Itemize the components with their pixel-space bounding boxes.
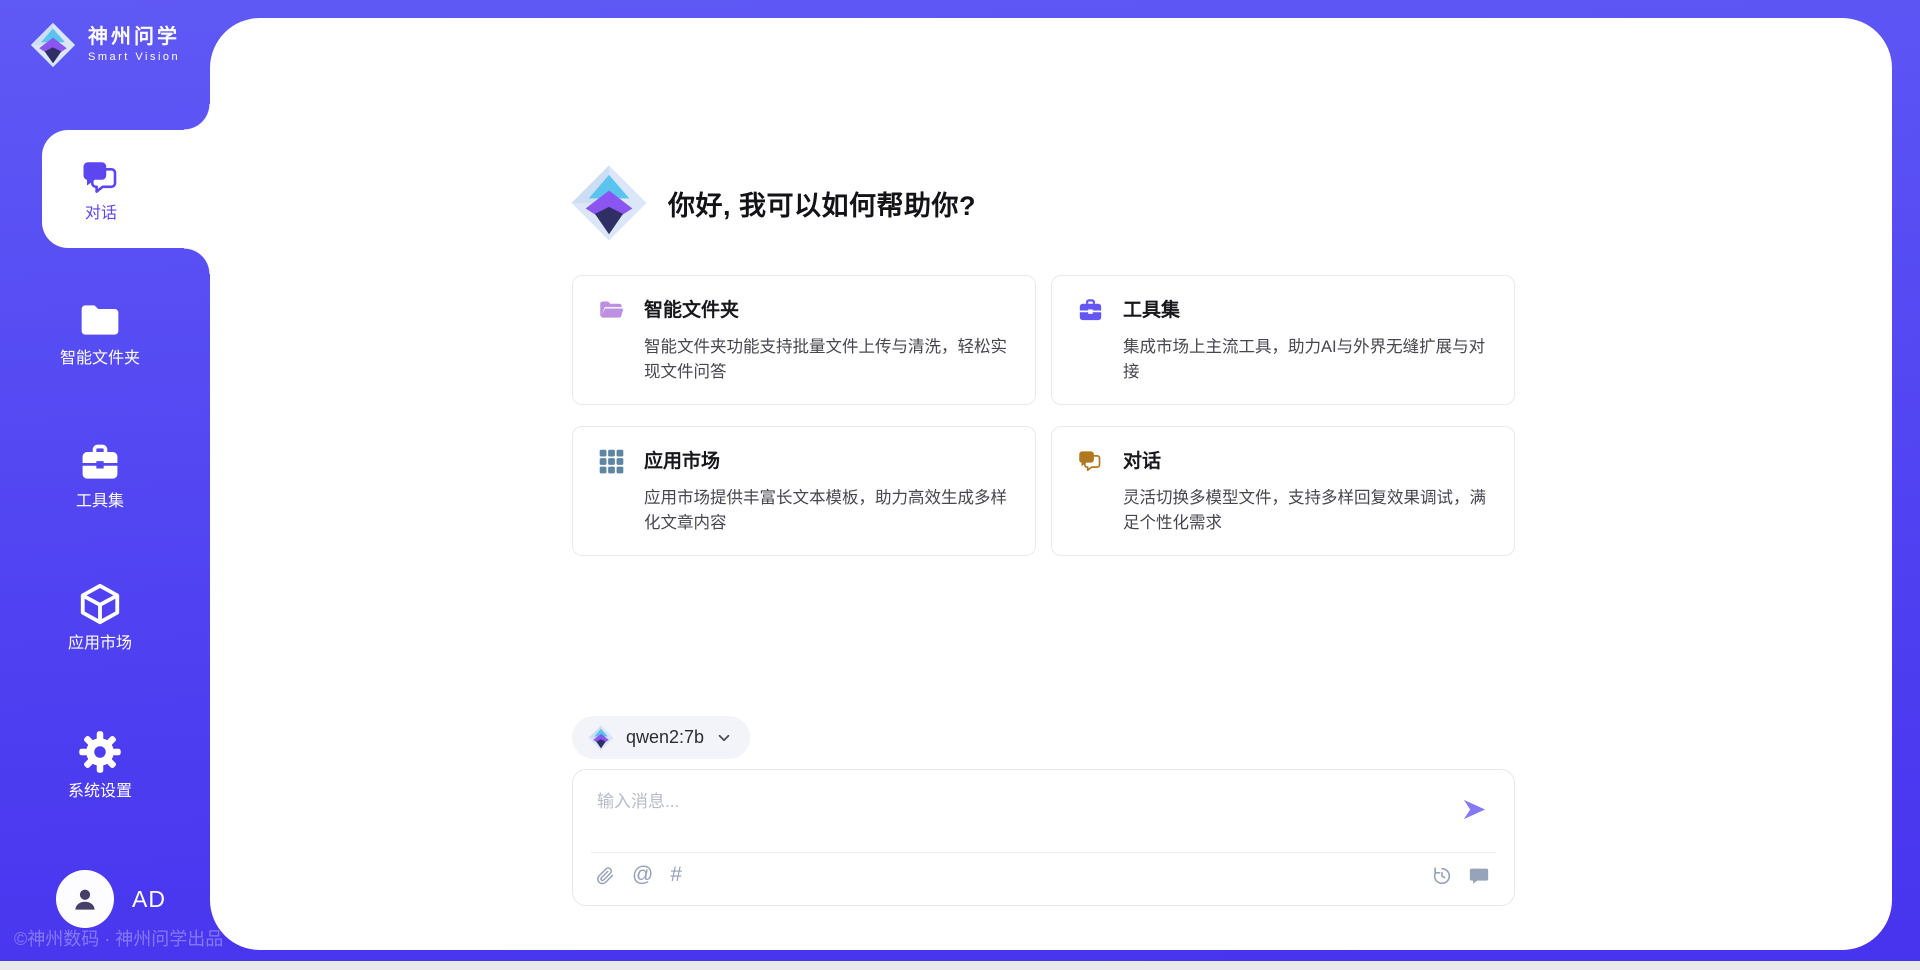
cube-icon	[77, 581, 123, 627]
composer-actions	[1431, 865, 1490, 887]
sidebar-item-label: 智能文件夹	[60, 351, 140, 367]
brand-name: 神州问学	[88, 27, 180, 47]
send-icon[interactable]	[1461, 796, 1488, 823]
grid-cube-icon	[598, 448, 625, 475]
tab-fillet-top	[184, 104, 210, 130]
card-title: 智能文件夹	[644, 301, 739, 320]
brand-subtitle: Smart Vision	[88, 52, 180, 63]
card-description: 灵活切换多模型文件，支持多样回复效果调试，满足个性化需求	[1123, 486, 1490, 536]
feature-cards: 智能文件夹 智能文件夹功能支持批量文件上传与清洗，轻松实现文件问答 工具集 集成…	[572, 275, 1515, 556]
card-chat[interactable]: 对话 灵活切换多模型文件，支持多样回复效果调试，满足个性化需求	[1051, 426, 1515, 556]
card-title: 应用市场	[644, 452, 720, 471]
feedback-icon[interactable]	[1468, 865, 1490, 887]
model-logo-icon	[588, 725, 614, 751]
person-icon	[68, 882, 102, 916]
folder-icon	[78, 298, 122, 342]
avatar	[56, 870, 114, 928]
card-title: 工具集	[1123, 301, 1180, 320]
card-description: 智能文件夹功能支持批量文件上传与清洗，轻松实现文件问答	[644, 335, 1011, 385]
sidebar-item-settings[interactable]: 系统设置	[0, 729, 200, 800]
sidebar-item-label: 工具集	[76, 494, 124, 510]
copyright: ©神州数码 · 神州问学出品	[14, 925, 223, 951]
sidebar-item-app-market[interactable]: 应用市场	[0, 581, 200, 652]
card-app-market[interactable]: 应用市场 应用市场提供丰富长文本模板，助力高效生成多样化文章内容	[572, 426, 1036, 556]
card-description: 应用市场提供丰富长文本模板，助力高效生成多样化文章内容	[644, 486, 1011, 536]
sidebar-item-smart-folder[interactable]: 智能文件夹	[0, 298, 200, 367]
history-icon[interactable]	[1431, 865, 1453, 887]
card-title: 对话	[1123, 452, 1161, 471]
user-account[interactable]: AD	[56, 870, 166, 928]
composer-divider	[591, 852, 1496, 853]
folder-open-icon	[598, 297, 625, 324]
mention-icon[interactable]: @	[632, 864, 653, 885]
chat-icon	[1077, 448, 1104, 475]
card-smart-folder[interactable]: 智能文件夹 智能文件夹功能支持批量文件上传与清洗，轻松实现文件问答	[572, 275, 1036, 405]
brand-logo: 神州问学 Smart Vision	[30, 22, 180, 68]
card-toolbox[interactable]: 工具集 集成市场上主流工具，助力AI与外界无缝扩展与对接	[1051, 275, 1515, 405]
sidebar-item-label: 应用市场	[68, 636, 132, 652]
composer-tools: @ #	[595, 864, 682, 885]
chat-icon	[80, 157, 122, 199]
sidebar-item-label: 对话	[85, 206, 117, 222]
sidebar-item-toolbox[interactable]: 工具集	[0, 441, 200, 510]
topic-icon[interactable]: #	[670, 864, 682, 885]
toolbox-icon	[78, 441, 122, 485]
sidebar-item-chat[interactable]: 对话	[42, 130, 212, 248]
message-composer: @ #	[572, 769, 1515, 906]
attachment-icon[interactable]	[595, 865, 615, 885]
welcome-header: 你好, 我可以如何帮助你?	[570, 164, 976, 242]
chevron-down-icon	[716, 730, 732, 746]
sidebar-item-label: 系统设置	[68, 784, 132, 800]
tab-fillet-bottom	[184, 248, 210, 274]
model-name: qwen2:7b	[626, 727, 704, 748]
horizontal-scrollbar[interactable]	[0, 961, 1920, 970]
assistant-logo-icon	[570, 164, 648, 242]
toolbox-icon	[1077, 297, 1104, 324]
card-description: 集成市场上主流工具，助力AI与外界无缝扩展与对接	[1123, 335, 1490, 385]
greeting-text: 你好, 我可以如何帮助你?	[668, 184, 976, 223]
user-name: AD	[132, 886, 166, 913]
message-input[interactable]	[595, 785, 1449, 847]
model-selector[interactable]: qwen2:7b	[572, 716, 750, 759]
gear-icon	[77, 729, 123, 775]
brand-diamond-icon	[30, 22, 76, 68]
